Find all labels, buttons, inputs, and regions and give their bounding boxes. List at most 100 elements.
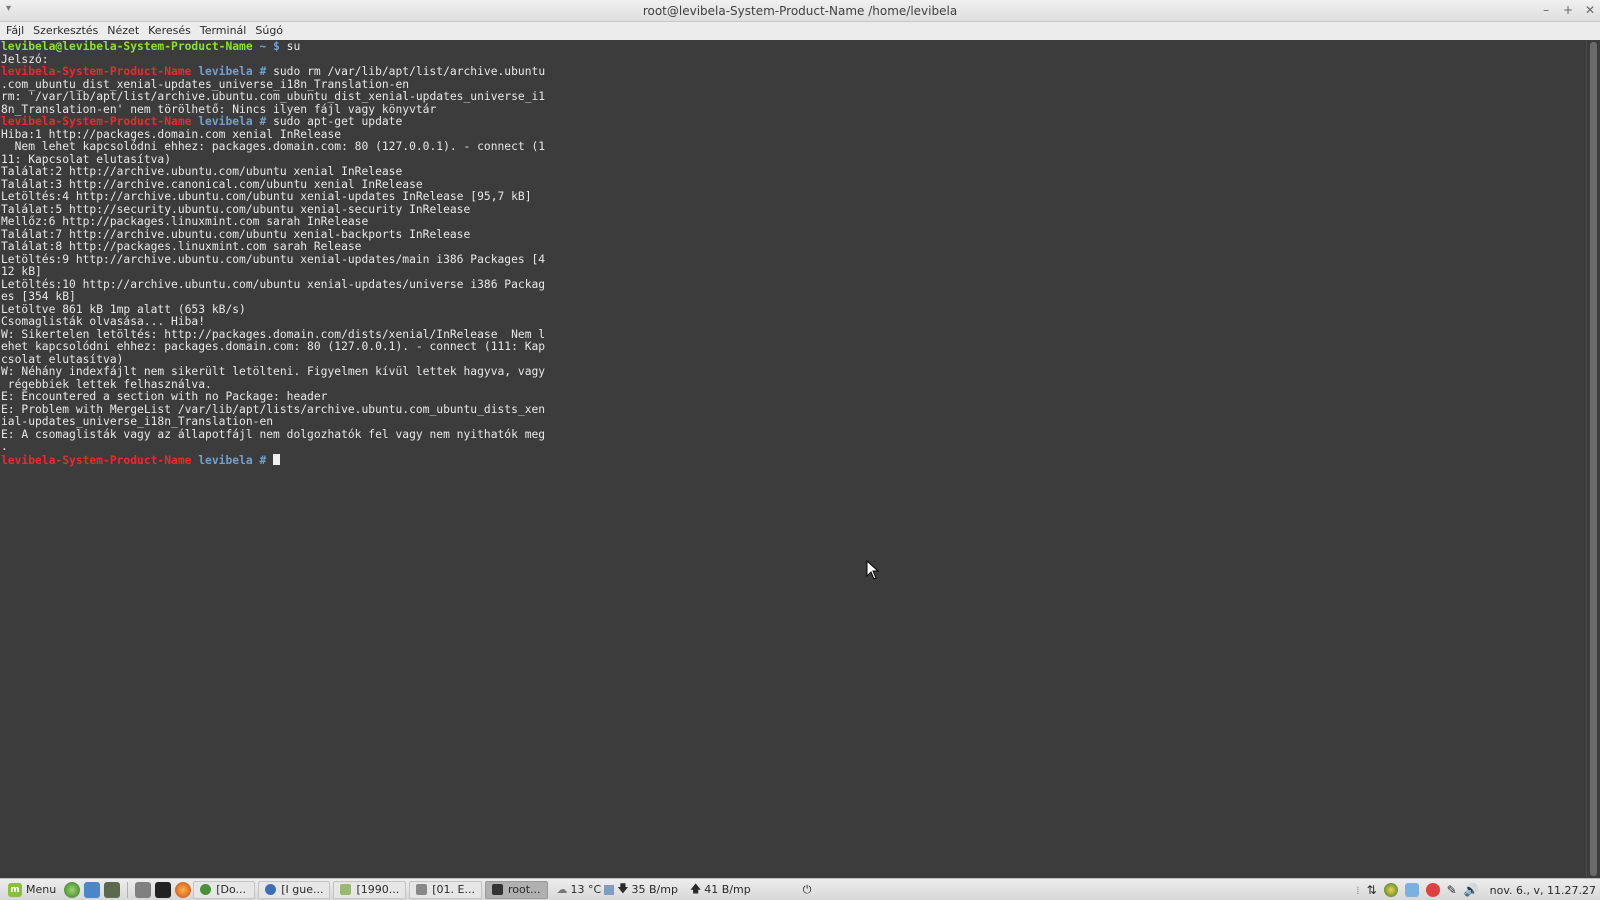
terminal-line: Letöltés:10 http://archive.ubuntu.com/ub… xyxy=(1,277,1586,292)
mint-logo-icon: m xyxy=(8,882,22,897)
menu-search[interactable]: Keresés xyxy=(144,22,195,40)
terminal-output[interactable]: levibela@levibela-System-Product-Name ~ … xyxy=(0,40,1586,878)
output-text: rm: '/var/lib/apt/list/archive.ubuntu.co… xyxy=(1,90,546,103)
menu-help[interactable]: Súgó xyxy=(251,22,287,40)
chevron-down-icon[interactable]: ▾ xyxy=(6,3,11,14)
network-monitor-icon xyxy=(604,884,615,895)
document-icon xyxy=(416,884,428,895)
prompt-path: ~ $ xyxy=(252,40,287,53)
network-icon[interactable]: ⇅ xyxy=(1367,883,1377,897)
task-chrome-1[interactable]: [Do... xyxy=(193,880,256,899)
output-text: Letöltés:4 http://archive.ubuntu.com/ubu… xyxy=(1,190,532,203)
tray-handle-icon[interactable]: ⁞ xyxy=(1356,884,1360,897)
task-label: [Do... xyxy=(216,883,246,896)
output-text: Találat:7 http://archive.ubuntu.com/ubun… xyxy=(1,227,471,241)
terminal-line: W: Néhány indexfájlt nem sikerült letölt… xyxy=(1,365,1586,379)
output-text: 8n_Translation-en' nem törölhető: Nincs … xyxy=(1,102,437,116)
power-icon: ⏻ xyxy=(802,882,812,896)
command-text: sudo rm /var/lib/apt/list/archive.ubuntu xyxy=(273,65,546,78)
close-button[interactable]: ✕ xyxy=(1584,2,1596,18)
weather-applet[interactable]: ☁ 13 °C 🡇 35 B/mp xyxy=(551,880,684,899)
terminal-line: levibela-System-Product-Name levibela # xyxy=(1,453,1586,467)
prompt-dir: levibela # xyxy=(191,115,274,128)
output-text: 11: Kapcsolat elutasítva) xyxy=(1,152,172,166)
output-text: Nem lehet kapcsolódni ehhez: packages.do… xyxy=(1,140,546,153)
menu-view[interactable]: Nézet xyxy=(103,22,143,40)
terminal-lines: levibela@levibela-System-Product-Name ~ … xyxy=(0,40,1586,466)
output-text: régebbiek lettek felhasználva. xyxy=(1,377,212,391)
output-text: Találat:8 http://packages.linuxmint.com … xyxy=(1,240,362,253)
prompt-dir: levibela # xyxy=(191,453,274,467)
prompt-host: levibela-System-Product-Name xyxy=(1,65,192,78)
app-launcher-icon[interactable] xyxy=(104,881,121,898)
show-desktop-icon[interactable] xyxy=(135,881,152,898)
task-document[interactable]: [01. E... xyxy=(409,880,482,899)
mouse-pointer-icon xyxy=(866,560,880,580)
tools-icon[interactable]: ✎ xyxy=(1447,883,1457,897)
output-text: Találat:5 http://security.ubuntu.com/ubu… xyxy=(1,202,471,216)
net-upload-applet: 🡅 41 B/mp xyxy=(684,880,757,899)
window-titlebar[interactable]: ▾ root@levibela-System-Product-Name /hom… xyxy=(0,0,1600,22)
output-text: ial-updates_universe_i18n_Translation-en xyxy=(1,415,274,428)
terminal-scrollbar[interactable] xyxy=(1586,40,1600,878)
output-text: E: Encountered a section with no Package… xyxy=(1,390,328,403)
output-text: Találat:2 http://archive.ubuntu.com/ubun… xyxy=(1,165,403,178)
output-text: Letöltés:10 http://archive.ubuntu.com/ub… xyxy=(1,277,546,291)
update-manager-icon[interactable] xyxy=(1383,883,1398,897)
task-label: [I gue... xyxy=(281,883,324,896)
task-image-viewer[interactable]: [1990... xyxy=(333,880,407,899)
file-manager-launcher-icon[interactable] xyxy=(84,881,101,898)
globe-launcher-icon[interactable] xyxy=(64,881,81,898)
window-controls: – + ✕ xyxy=(1540,2,1596,18)
menu-edit[interactable]: Szerkesztés xyxy=(29,22,102,40)
cloud-icon: ☁ xyxy=(556,883,568,896)
output-text: es [354 kB] xyxy=(1,290,76,303)
terminal-launcher-icon[interactable] xyxy=(155,881,172,898)
task-label: [1990... xyxy=(356,883,400,896)
prompt-host: levibela-System-Product-Name xyxy=(1,453,192,467)
security-shield-icon[interactable] xyxy=(1425,883,1440,897)
power-applet[interactable]: ⏻ xyxy=(797,883,818,897)
image-viewer-icon xyxy=(340,884,352,895)
arrow-up-icon: 🡅 xyxy=(689,882,702,895)
keyboard-layout-icon[interactable] xyxy=(1404,883,1419,897)
taskbar: m Menu [Do... [I gue... [1990... [01. E.… xyxy=(0,878,1600,900)
weather-temp: 13 °C xyxy=(570,883,602,896)
output-text: csolat elutasítva) xyxy=(1,352,124,366)
task-label: root... xyxy=(507,883,541,896)
terminal-line: E: A csomaglisták vagy az állapotfájl ne… xyxy=(1,427,1586,442)
terminal-line: ehet kapcsolódni ehhez: packages.domain.… xyxy=(1,340,1586,354)
task-chrome-2[interactable]: [I gue... xyxy=(258,880,331,899)
output-text: Találat:3 http://archive.canonical.com/u… xyxy=(1,177,423,191)
arrow-down-icon: 🡇 xyxy=(617,882,629,895)
output-text: Jelszó: xyxy=(1,52,49,66)
prompt-user: levibela@levibela-System-Product-Name xyxy=(1,40,253,53)
menu-file[interactable]: Fájl xyxy=(2,22,28,40)
output-text: .com_ubuntu_dist_xenial-updates_universe… xyxy=(1,77,410,91)
prompt-host: levibela-System-Product-Name xyxy=(1,115,192,128)
terminal-line: Letöltés:9 http://archive.ubuntu.com/ubu… xyxy=(1,252,1586,267)
volume-icon[interactable]: 🔊 xyxy=(1464,883,1479,897)
system-tray: ⁞ ⇅ ✎ 🔊 nov. 6., v, 11.27.27 xyxy=(1356,879,1596,900)
output-text: Letöltés:9 http://archive.ubuntu.com/ubu… xyxy=(1,252,546,266)
terminal-line: levibela@levibela-System-Product-Name ~ … xyxy=(1,40,1586,54)
scrollbar-thumb[interactable] xyxy=(1590,42,1597,876)
output-text: E: Problem with MergeList /var/lib/apt/l… xyxy=(1,402,546,416)
clock[interactable]: nov. 6., v, 11.27.27 xyxy=(1490,884,1596,897)
maximize-button[interactable]: + xyxy=(1562,2,1574,18)
minimize-button[interactable]: – xyxy=(1540,2,1552,18)
terminal-line: Letöltve 861 kB 1mp alatt (653 kB/s) xyxy=(1,303,1586,317)
menu-terminal[interactable]: Terminál xyxy=(196,22,251,40)
terminal-line: Nem lehet kapcsolódni ehhez: packages.do… xyxy=(1,140,1586,154)
chrome-icon xyxy=(200,884,212,895)
output-text: Mellőz:6 http://packages.linuxmint.com s… xyxy=(1,215,369,228)
task-terminal[interactable]: root... xyxy=(484,880,548,899)
start-menu-button[interactable]: m Menu xyxy=(0,879,62,900)
command-text: su xyxy=(286,40,301,53)
menu-label: Menu xyxy=(26,883,57,896)
output-text: E: A csomaglisták vagy az állapotfájl ne… xyxy=(1,427,546,441)
output-text: W: Néhány indexfájlt nem sikerült letölt… xyxy=(1,365,546,378)
firefox-launcher-icon[interactable] xyxy=(175,881,192,898)
window-title: root@levibela-System-Product-Name /home/… xyxy=(642,3,958,18)
command-text: sudo apt-get update xyxy=(273,115,403,128)
